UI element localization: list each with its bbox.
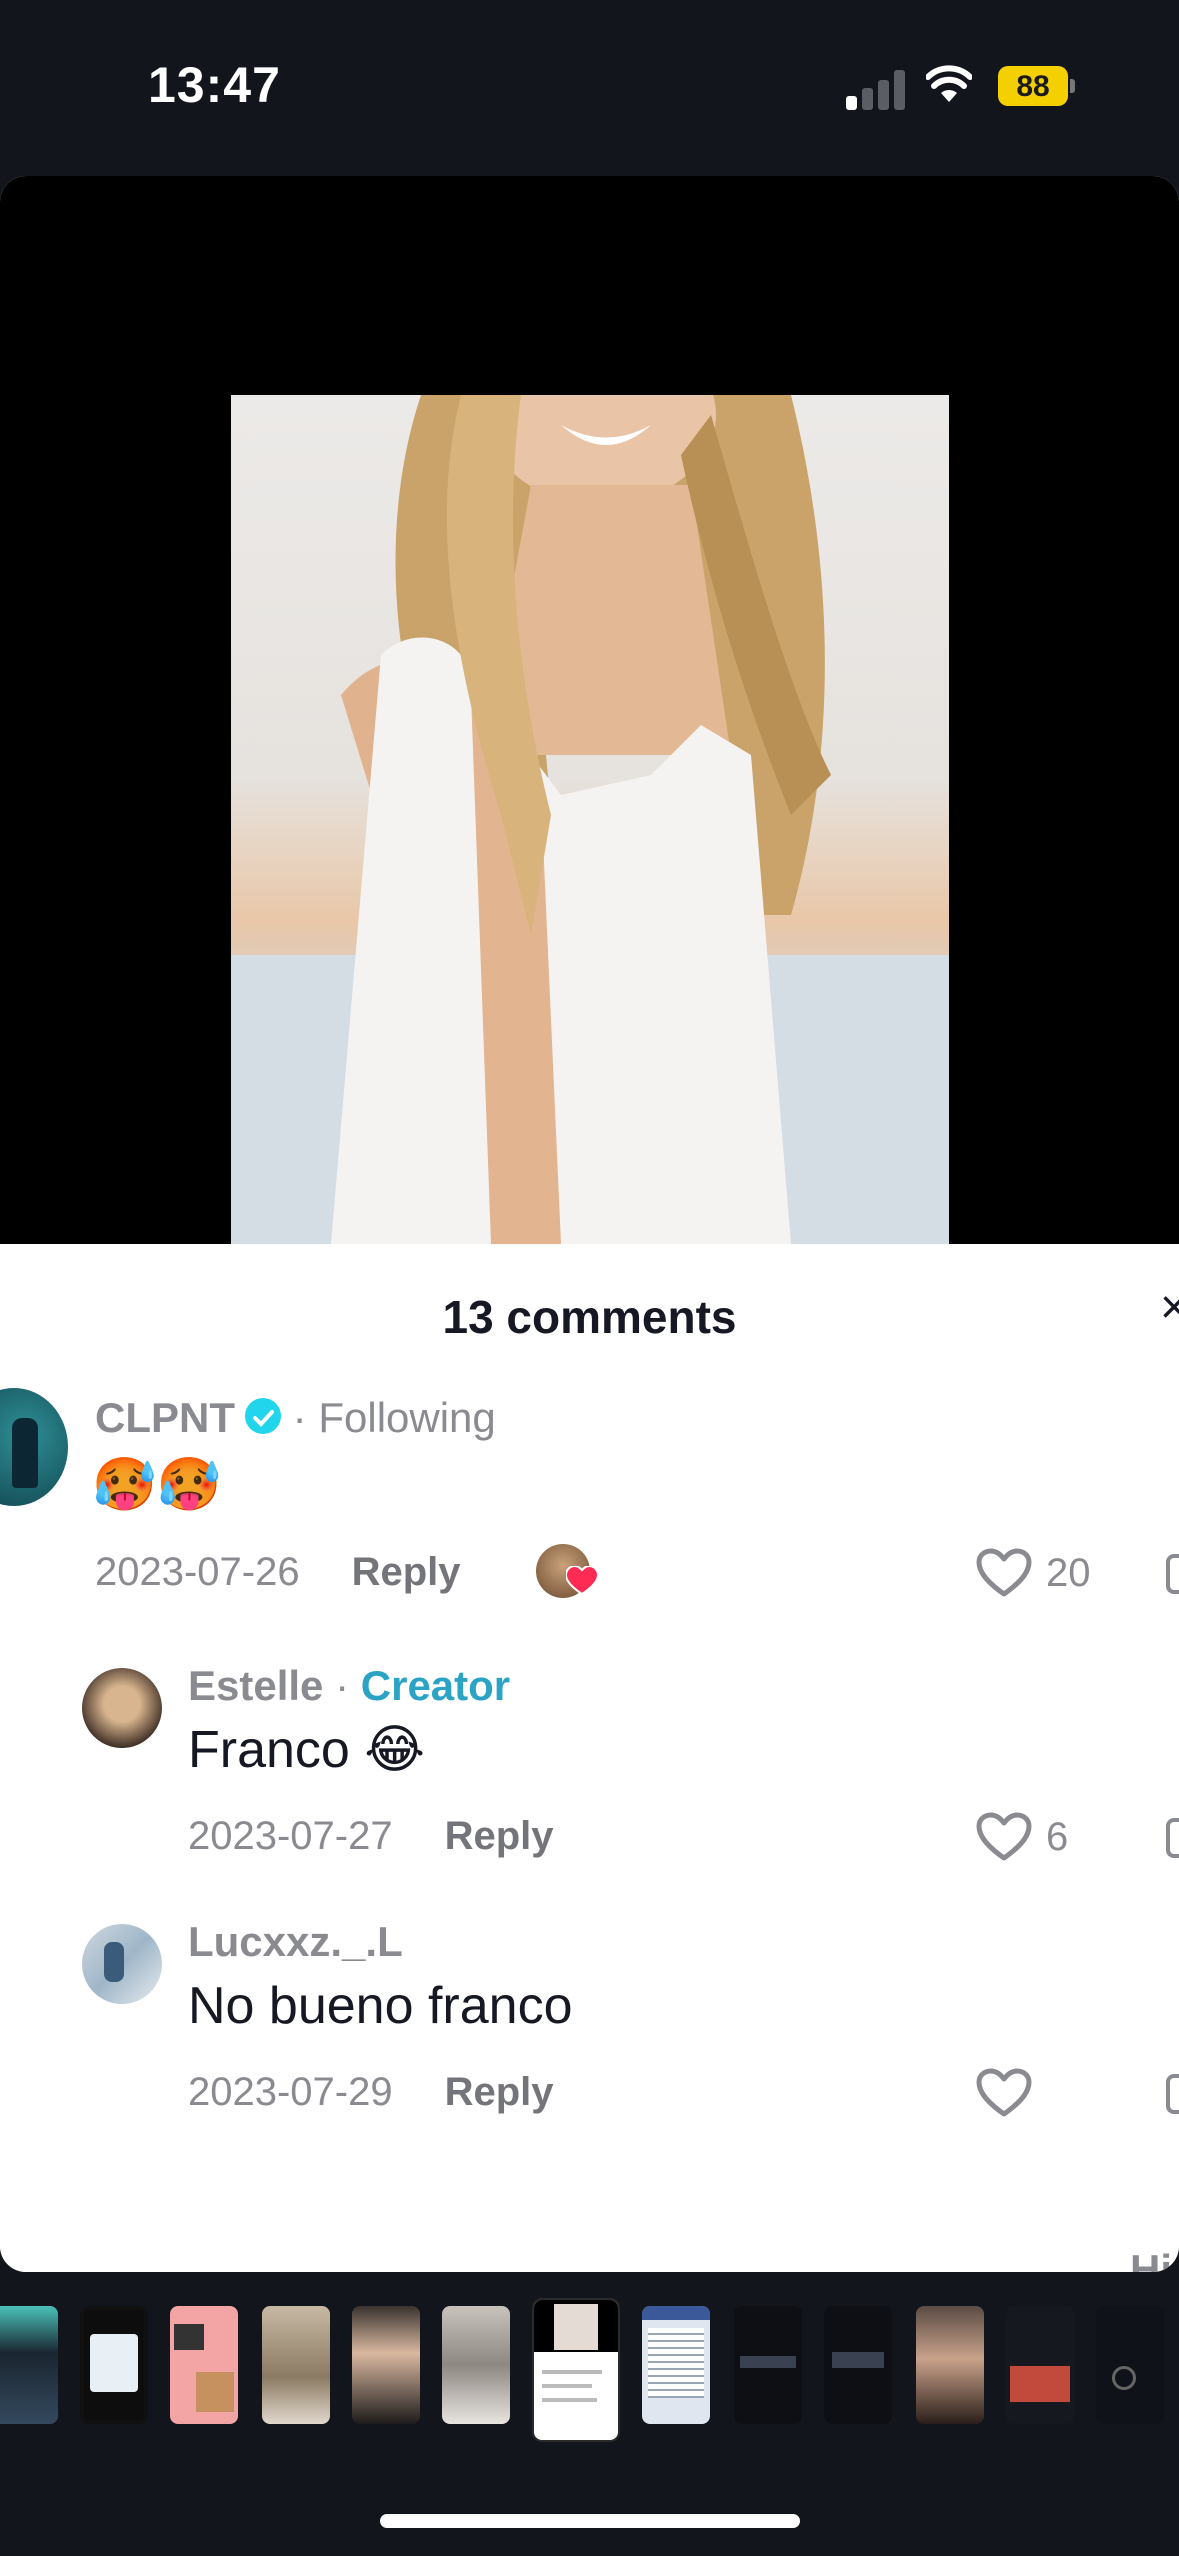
heart-badge-icon bbox=[566, 1566, 598, 1596]
comment-username[interactable]: Lucxxz._.L bbox=[188, 1918, 403, 1965]
cellular-signal-icon bbox=[846, 68, 906, 110]
comment-username[interactable]: CLPNT bbox=[95, 1394, 235, 1441]
comment-username-row: Estelle · Creator bbox=[188, 1662, 510, 1710]
dislike-icon[interactable] bbox=[1166, 1554, 1179, 1594]
app-thumbnail[interactable] bbox=[642, 2306, 710, 2424]
verified-badge-icon bbox=[245, 1398, 281, 1434]
creator-liked-avatar bbox=[536, 1544, 598, 1598]
comment-date: 2023-07-29 bbox=[188, 2070, 393, 2114]
app-thumbnail[interactable] bbox=[170, 2306, 238, 2424]
app-thumbnail[interactable] bbox=[352, 2306, 420, 2424]
dislike-icon[interactable] bbox=[1166, 2074, 1179, 2114]
like-button[interactable] bbox=[976, 2068, 1046, 2118]
dislike-icon[interactable] bbox=[1166, 1818, 1179, 1858]
heart-outline-icon bbox=[976, 1812, 1032, 1861]
comment-date: 2023-07-26 bbox=[95, 1550, 300, 1594]
home-indicator[interactable] bbox=[380, 2514, 800, 2528]
comment-date: 2023-07-27 bbox=[188, 1814, 393, 1858]
app-thumbnail[interactable] bbox=[262, 2306, 330, 2424]
comment-username[interactable]: Estelle bbox=[188, 1662, 323, 1709]
heart-outline-icon bbox=[976, 2068, 1032, 2117]
like-count: 20 bbox=[1046, 1550, 1091, 1595]
like-button[interactable]: 20 bbox=[976, 1548, 1091, 1598]
app-thumbnail[interactable] bbox=[1006, 2306, 1074, 2424]
app-thumbnail[interactable] bbox=[80, 2306, 148, 2424]
app-thumbnail[interactable] bbox=[1096, 2306, 1164, 2424]
hide-replies-button[interactable]: Hi bbox=[1130, 2246, 1172, 2272]
like-button[interactable]: 6 bbox=[976, 1812, 1068, 1862]
following-label: Following bbox=[318, 1394, 496, 1441]
app-thumbnail-active[interactable] bbox=[532, 2298, 620, 2442]
comment-text: No bueno franco bbox=[188, 1977, 573, 2035]
avatar[interactable] bbox=[0, 1388, 68, 1506]
battery-level: 88 bbox=[1016, 70, 1050, 103]
reply-button[interactable]: Reply bbox=[352, 1550, 461, 1594]
battery-icon: 88 bbox=[998, 66, 1075, 106]
comment-text: 🥵🥵 bbox=[92, 1456, 222, 1514]
avatar[interactable] bbox=[82, 1668, 162, 1748]
close-icon[interactable]: × bbox=[1160, 1280, 1179, 1335]
like-count: 6 bbox=[1046, 1814, 1069, 1859]
comments-panel: 13 comments × CLPNT · Following 🥵🥵 2023-… bbox=[0, 1244, 1179, 2272]
app-thumbnail[interactable] bbox=[824, 2306, 892, 2424]
username-separator: · bbox=[292, 1394, 307, 1441]
app-thumbnail[interactable] bbox=[734, 2306, 802, 2424]
heart-outline-icon bbox=[976, 1548, 1032, 1597]
reply-button[interactable]: Reply bbox=[445, 1814, 554, 1858]
app-thumbnail[interactable] bbox=[442, 2306, 510, 2424]
wifi-icon bbox=[926, 65, 972, 102]
comment-meta: 2023-07-27 Reply bbox=[188, 1814, 554, 1859]
comment-meta: 2023-07-26 Reply bbox=[95, 1550, 461, 1595]
comment-username-row: CLPNT · Following bbox=[95, 1394, 496, 1442]
comment-username-row: Lucxxz._.L bbox=[188, 1918, 403, 1966]
status-time: 13:47 bbox=[148, 57, 281, 113]
comment-meta: 2023-07-29 Reply bbox=[188, 2070, 554, 2115]
comment-text: Franco 😂 bbox=[188, 1721, 426, 1779]
app-switcher-screen: 13:47 88 13 comments × CLPNT · Following… bbox=[0, 0, 1179, 2556]
video-frame bbox=[231, 395, 949, 1244]
app-thumbnail[interactable] bbox=[916, 2306, 984, 2424]
creator-label: Creator bbox=[360, 1662, 511, 1709]
video-player[interactable] bbox=[0, 176, 1179, 1244]
app-card-tiktok[interactable]: 13 comments × CLPNT · Following 🥵🥵 2023-… bbox=[0, 176, 1179, 2272]
status-bar: 13:47 88 bbox=[0, 0, 1179, 176]
app-thumbnail-strip bbox=[0, 2298, 1179, 2448]
app-thumbnail[interactable] bbox=[0, 2306, 58, 2424]
reply-button[interactable]: Reply bbox=[445, 2070, 554, 2114]
avatar[interactable] bbox=[82, 1924, 162, 2004]
username-separator: · bbox=[335, 1662, 350, 1709]
video-person-illustration bbox=[231, 395, 949, 1244]
comments-count-title: 13 comments bbox=[442, 1291, 737, 1343]
